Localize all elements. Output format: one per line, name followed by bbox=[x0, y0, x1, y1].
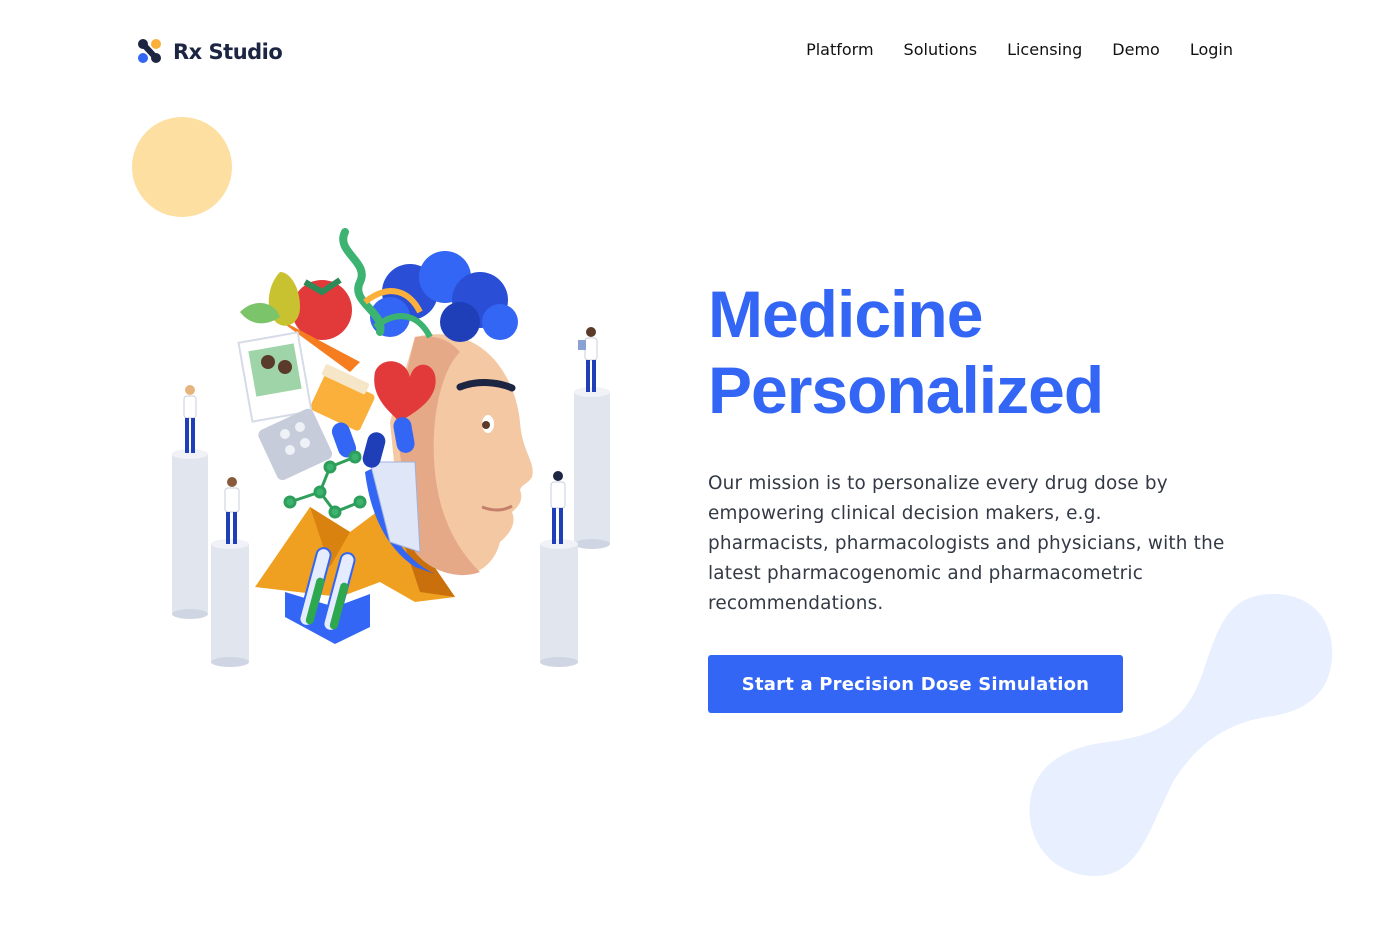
scientist-figure-right-top bbox=[578, 327, 598, 392]
scientist-figure-left bbox=[183, 385, 197, 453]
start-simulation-button[interactable]: Start a Precision Dose Simulation bbox=[708, 655, 1123, 713]
decorative-yellow-circle bbox=[132, 117, 232, 217]
pillar-left-short bbox=[211, 539, 249, 667]
scientist-figure-center-left bbox=[224, 477, 240, 544]
personalized-medicine-head-illustration bbox=[172, 228, 610, 667]
hero-title-line-1: Medicine bbox=[708, 277, 983, 351]
hero-description: Our mission is to personalize every drug… bbox=[708, 473, 1225, 614]
logo-icon bbox=[138, 39, 161, 63]
brain-shape bbox=[370, 251, 518, 342]
main-nav: Platform Solutions Licensing Demo Login bbox=[806, 39, 1233, 61]
nav-item-demo[interactable]: Demo bbox=[1112, 39, 1160, 61]
logo-link[interactable]: Rx Studio bbox=[137, 38, 283, 65]
logo-text: Rx Studio bbox=[173, 39, 283, 64]
nav-item-licensing[interactable]: Licensing bbox=[1007, 39, 1082, 61]
pillar-right-tall bbox=[574, 387, 610, 549]
scientist-figure-right-bottom bbox=[550, 471, 566, 544]
pillar-left-tall bbox=[172, 449, 208, 619]
nav-item-solutions[interactable]: Solutions bbox=[904, 39, 978, 61]
page: Rx Studio Platform Solutions Licensing D… bbox=[0, 0, 1390, 936]
nav-item-login[interactable]: Login bbox=[1190, 39, 1233, 61]
pillar-right-short bbox=[540, 539, 578, 667]
hero-title: Medicine Personalized bbox=[708, 276, 1104, 428]
hero-title-line-2: Personalized bbox=[708, 353, 1104, 427]
nav-item-platform[interactable]: Platform bbox=[806, 39, 873, 61]
decorative-blob bbox=[1029, 594, 1333, 877]
